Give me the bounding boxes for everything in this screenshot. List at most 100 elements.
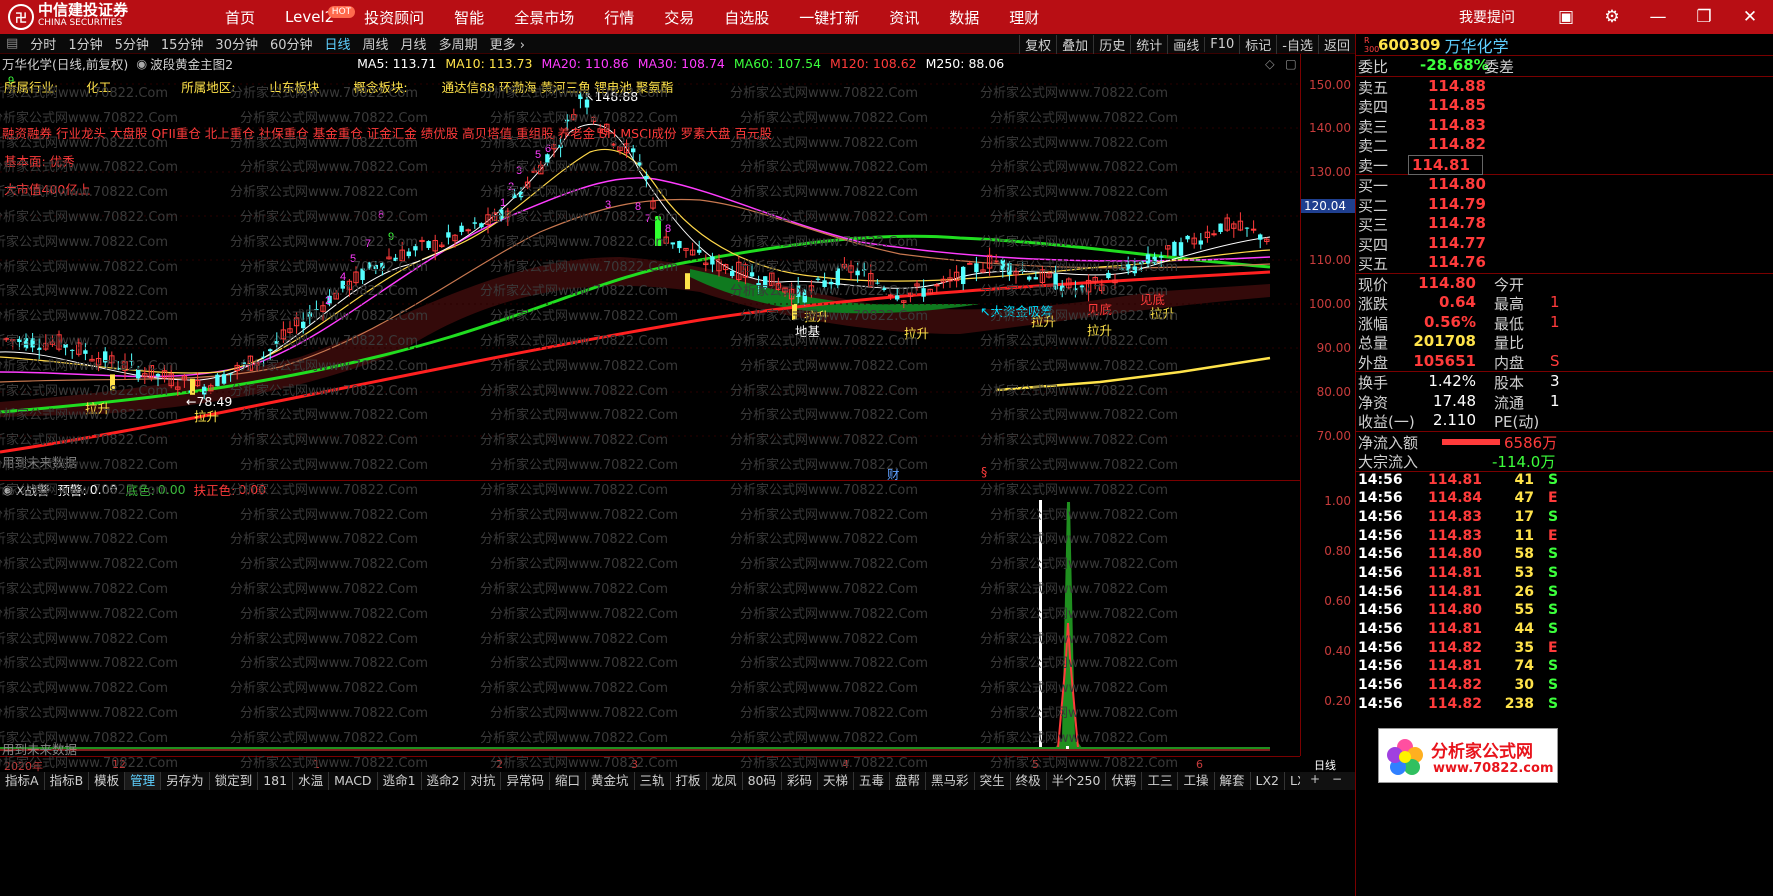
indicator-tab[interactable]: 逃命1 <box>378 772 422 790</box>
zoom-in-icon[interactable]: + <box>1310 772 1320 786</box>
menu-item-watchlist[interactable]: 自选股 <box>709 7 784 28</box>
indicator-tab[interactable]: 工三 <box>1142 772 1179 790</box>
period-tab-timeshare[interactable]: 分时 <box>24 34 62 53</box>
lift-signal-4: 拉升 <box>904 326 930 341</box>
menu-item-market[interactable]: 全景市场 <box>499 7 589 28</box>
period-tab-60min[interactable]: 60分钟 <box>264 34 319 53</box>
menu-item-trade[interactable]: 交易 <box>649 7 709 28</box>
period-tab-multi[interactable]: 多周期 <box>433 34 484 53</box>
sub-period-indicator[interactable]: 日线 <box>1300 756 1355 772</box>
f10-button[interactable]: F10 <box>1204 36 1239 52</box>
candle-body <box>545 154 550 164</box>
count-number: 1 <box>500 197 506 209</box>
candle-body <box>268 349 273 352</box>
chart-close-icon[interactable]: ▢ <box>1285 56 1297 71</box>
indicator-tab[interactable]: 伏羁 <box>1106 772 1143 790</box>
indicator-tab[interactable]: 指标A <box>0 772 45 790</box>
period-tab-monthly[interactable]: 月线 <box>395 34 433 53</box>
mark-button[interactable]: 标记 <box>1239 34 1276 54</box>
indicator-tab[interactable]: 锁定到 <box>210 772 259 790</box>
menu-item-advisor[interactable]: 投资顾问 <box>349 7 439 28</box>
indicator-tab[interactable]: 解套 <box>1215 772 1251 790</box>
back-button[interactable]: 返回 <box>1317 34 1355 54</box>
sub-indicator-chart[interactable] <box>0 498 1300 756</box>
indicator-tab[interactable]: 龙凤 <box>707 772 743 790</box>
minimize-icon[interactable]: — <box>1635 7 1681 27</box>
indicator-tab[interactable]: 工操 <box>1178 772 1215 790</box>
history-button[interactable]: 历史 <box>1093 34 1130 54</box>
collapse-icon[interactable]: ▤ <box>0 36 24 51</box>
menu-item-finance[interactable]: 理财 <box>994 7 1054 28</box>
period-tab-1min[interactable]: 1分钟 <box>62 34 108 53</box>
indicator-tab[interactable]: 天梯 <box>818 772 855 790</box>
ask-question-link[interactable]: 我要提问 <box>1459 7 1515 27</box>
indicator-tab[interactable]: 终极 <box>1011 772 1047 790</box>
count-number: 7 <box>365 238 371 250</box>
statistics-button[interactable]: 统计 <box>1130 34 1167 54</box>
indicator-tab[interactable]: 对抗 <box>465 772 502 790</box>
adjust-button[interactable]: 复权 <box>1019 34 1056 54</box>
indicator-tab[interactable]: LX2 <box>1251 772 1285 790</box>
period-tab-30min[interactable]: 30分钟 <box>209 34 264 53</box>
stock-tags: 融资融券 行业龙头 大盘股 QFII重仓 北上重仓 社保重仓 基金重仓 证金汇金… <box>2 126 772 141</box>
restore-icon[interactable]: ❐ <box>1681 7 1727 27</box>
zoom-out-icon[interactable]: − <box>1332 772 1342 786</box>
period-tab-weekly[interactable]: 周线 <box>357 34 395 53</box>
close-icon[interactable]: ✕ <box>1727 7 1773 27</box>
indicator-tab[interactable]: 异常码 <box>501 772 550 790</box>
indicator-tab[interactable]: 突生 <box>975 772 1011 790</box>
menu-item-home[interactable]: 首页 <box>210 7 270 28</box>
indicator-tab[interactable]: 打板 <box>671 772 707 790</box>
indicator-tab[interactable]: 80码 <box>743 772 782 790</box>
menu-item-smart[interactable]: 智能 <box>439 7 499 28</box>
indicator-tab[interactable]: 逃命2 <box>422 772 466 790</box>
indicator-tab[interactable]: 黑马彩 <box>926 772 975 790</box>
indicator-tab[interactable]: 水温 <box>293 772 330 790</box>
promo-banner[interactable]: 分析家公式网 www.70822.com <box>1378 728 1558 783</box>
period-tab-more[interactable]: 更多 › <box>484 34 531 53</box>
menu-item-level2[interactable]: Level2 HOT <box>270 6 356 26</box>
period-tab-15min[interactable]: 15分钟 <box>155 34 210 53</box>
indicator-tab[interactable]: 指标B <box>45 772 90 790</box>
section-marker-icon[interactable]: § <box>981 464 987 479</box>
indicator-tab[interactable]: 半个250 <box>1047 772 1107 790</box>
indicator-tab[interactable]: 模板 <box>89 772 126 790</box>
indicator-tab[interactable]: 181 <box>258 772 294 790</box>
candle-body <box>380 262 385 269</box>
cube-icon[interactable]: ▣ <box>1543 7 1589 27</box>
gear-icon[interactable]: ⚙ <box>1589 7 1635 27</box>
indicator-tab[interactable]: 另存为 <box>161 772 210 790</box>
menu-item-data[interactable]: 数据 <box>934 7 994 28</box>
sub-indicator-name[interactable]: X战警 <box>16 480 50 499</box>
candle-body <box>241 362 246 364</box>
indicator-tab[interactable]: 管理 <box>125 772 162 790</box>
indicator-tab[interactable]: 彩码 <box>782 772 818 790</box>
tick-price: 114.84 <box>1428 490 1483 507</box>
ask-price: 114.82 <box>1428 135 1486 153</box>
chevron-right-icon: › <box>519 38 525 53</box>
sub-indicator-menu-icon[interactable]: ◉ <box>2 482 13 497</box>
period-tab-5min[interactable]: 5分钟 <box>109 34 155 53</box>
remove-watchlist-button[interactable]: -自选 <box>1276 34 1318 54</box>
overlay-button[interactable]: 叠加 <box>1056 34 1093 54</box>
tick-row: 14:56 114.82 238 S <box>1356 696 1773 715</box>
indicator-tab[interactable]: 三轨 <box>635 772 671 790</box>
tick-list[interactable]: 14:56 114.81 41 S 14:56 114.84 47 E 14:56 114.83 1… <box>1356 470 1773 715</box>
indicator-tab[interactable]: 黄金坑 <box>586 772 635 790</box>
indicator-tab[interactable]: LX1 <box>1285 772 1300 790</box>
indicator-tab[interactable]: MACD <box>329 772 378 790</box>
draw-line-button[interactable]: 画线 <box>1167 34 1204 54</box>
menu-item-quotes[interactable]: 行情 <box>589 7 649 28</box>
chart-settings-icon[interactable]: ◇ <box>1265 56 1275 71</box>
stock-name[interactable]: 万华化学 <box>1445 33 1509 57</box>
period-tab-daily[interactable]: 日线 <box>319 34 357 53</box>
indicator-tab[interactable]: 五毒 <box>854 772 891 790</box>
indicator-dropdown-icon[interactable]: ◉ <box>136 56 147 71</box>
menu-item-ipo[interactable]: 一键打新 <box>784 7 874 28</box>
indicator-name[interactable]: 波段黄金主图2 <box>150 54 233 73</box>
indicator-tab[interactable]: 盘帮 <box>890 772 927 790</box>
tick-row: 14:56 114.81 44 S <box>1356 621 1773 640</box>
indicator-tab[interactable]: 缩口 <box>550 772 587 790</box>
menu-item-news[interactable]: 资讯 <box>874 7 934 28</box>
candle-body <box>155 373 161 377</box>
